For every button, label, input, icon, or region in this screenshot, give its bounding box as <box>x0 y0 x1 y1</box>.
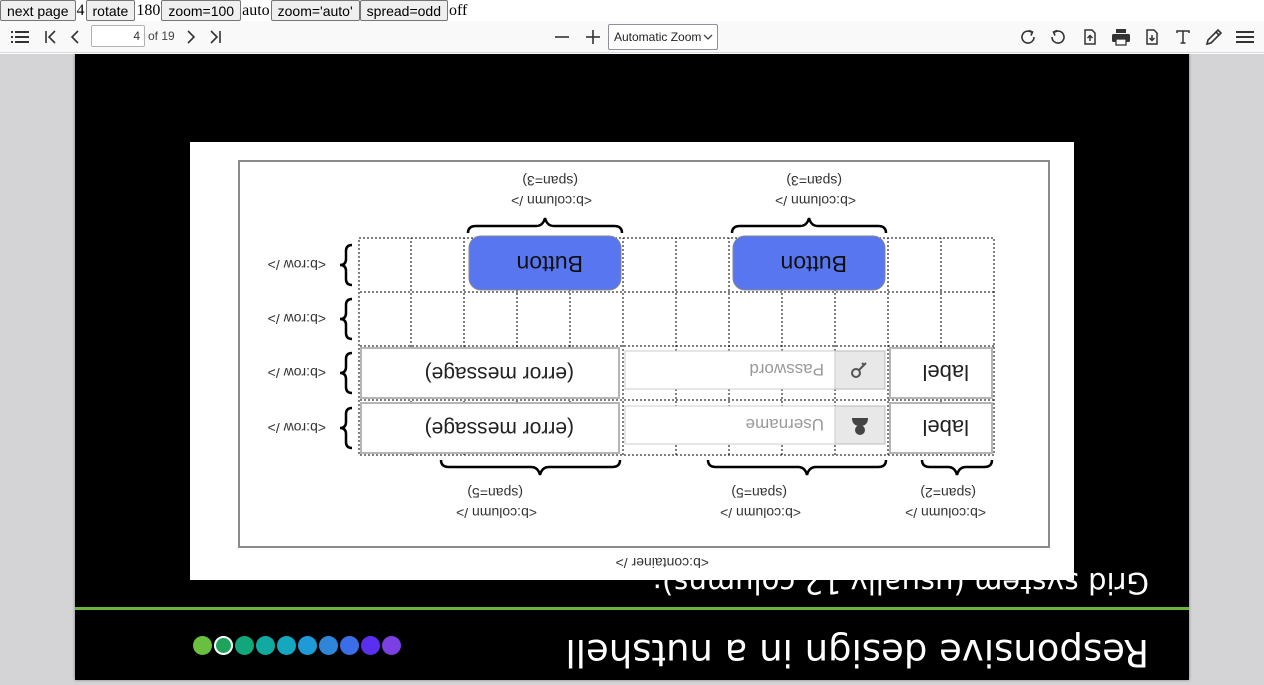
grid-diagram: <b:container /> <b:column /> (span=2) <b… <box>190 142 1074 580</box>
zoom-auto-button[interactable]: zoom='auto' <box>270 0 360 21</box>
chevron-down-icon <box>703 34 713 40</box>
page-number-input[interactable] <box>91 25 145 47</box>
test-controls: next page 4 rotate 180 zoom=100 auto zoo… <box>0 0 468 21</box>
viewer-container[interactable]: Responsive design in a nutshell Grid sys… <box>0 54 1264 685</box>
next-page-icon[interactable] <box>180 21 202 53</box>
column-tag: <b:column /> <box>905 505 986 521</box>
previous-page-icon[interactable] <box>64 21 86 53</box>
column-tag: <b:column /> <box>775 193 856 209</box>
row-braces <box>339 243 353 450</box>
pdf-page: Responsive design in a nutshell Grid sys… <box>75 54 1189 680</box>
row-label: <b:row /> <box>268 257 326 273</box>
row-labels: <b:row /> <b:row /> <b:row /> <b:row /> <box>268 257 326 436</box>
row-label: <b:row /> <box>268 311 326 327</box>
progress-dot <box>361 636 380 655</box>
open-file-icon[interactable] <box>1079 21 1101 53</box>
column-span: (span=5) <box>731 485 787 501</box>
progress-dot <box>277 636 296 655</box>
column-span: (span=3) <box>522 173 578 189</box>
spread-value: off <box>449 1 468 19</box>
field-label: label <box>923 415 969 440</box>
grid-button-label: Button <box>781 251 848 277</box>
column-braces-top <box>439 459 994 476</box>
error-message: (error message) <box>425 417 574 440</box>
progress-dot <box>340 636 359 655</box>
grid-diagram-svg: <b:container /> <b:column /> (span=2) <b… <box>238 160 1050 571</box>
column-span: (span=5) <box>467 485 523 501</box>
zoom-value: auto <box>242 1 270 19</box>
zoom-select-value: Automatic Zoom <box>614 30 702 44</box>
menu-icon[interactable] <box>1233 21 1257 53</box>
input-placeholder: Password <box>749 360 824 379</box>
row-label: <b:row /> <box>268 365 326 381</box>
zoom-select[interactable]: Automatic Zoom <box>608 24 718 50</box>
input-placeholder: Username <box>746 415 824 434</box>
grid-button-label: Button <box>517 251 584 277</box>
progress-dots <box>193 636 401 655</box>
text-tool-icon[interactable] <box>1172 21 1194 53</box>
page-count: of 19 <box>148 29 175 43</box>
error-message: (error message) <box>425 362 574 385</box>
row-label: <b:row /> <box>268 420 326 436</box>
column-labels-bottom: <b:column /> (span=3) <b:column /> (span… <box>511 173 856 209</box>
column-tag: <b:column /> <box>720 505 801 521</box>
progress-dot <box>214 636 233 655</box>
print-icon[interactable] <box>1110 21 1132 53</box>
next-page-button[interactable]: next page <box>0 0 76 21</box>
column-labels-top: <b:column /> (span=2) <b:column /> (span… <box>456 485 986 521</box>
slide-title: Responsive design in a nutshell <box>565 631 1149 674</box>
sidebar-toggle-icon[interactable] <box>6 21 34 53</box>
container-label: <b:container /> <box>616 555 709 571</box>
rotation-value: 180 <box>136 1 161 19</box>
zoom-100-button[interactable]: zoom=100 <box>161 0 242 21</box>
progress-dot <box>235 636 254 655</box>
draw-tool-icon[interactable] <box>1203 21 1225 53</box>
last-page-icon[interactable] <box>204 21 226 53</box>
column-braces-bottom <box>466 217 888 234</box>
first-page-icon[interactable] <box>40 21 62 53</box>
zoom-in-icon[interactable] <box>582 21 604 53</box>
viewer-toolbar: of 19 Automatic Zoom <box>0 21 1264 53</box>
progress-dot <box>256 636 275 655</box>
progress-dot <box>382 636 401 655</box>
progress-dot <box>193 636 212 655</box>
column-tag: <b:column /> <box>511 193 592 209</box>
rotate-button[interactable]: rotate <box>85 0 136 21</box>
save-icon[interactable] <box>1141 21 1163 53</box>
spread-odd-button[interactable]: spread=odd <box>359 0 448 21</box>
title-divider <box>75 607 1189 610</box>
progress-dot <box>298 636 317 655</box>
field-label: label <box>923 360 969 385</box>
progress-dot <box>319 636 338 655</box>
column-tag: <b:column /> <box>456 505 537 521</box>
page-number-value: 4 <box>76 1 85 19</box>
column-span: (span=3) <box>786 173 842 189</box>
zoom-out-icon[interactable] <box>551 21 573 53</box>
column-span: (span=2) <box>920 485 976 501</box>
rotate-clockwise-icon[interactable] <box>1017 21 1039 53</box>
rotate-counterclockwise-icon[interactable] <box>1047 21 1069 53</box>
